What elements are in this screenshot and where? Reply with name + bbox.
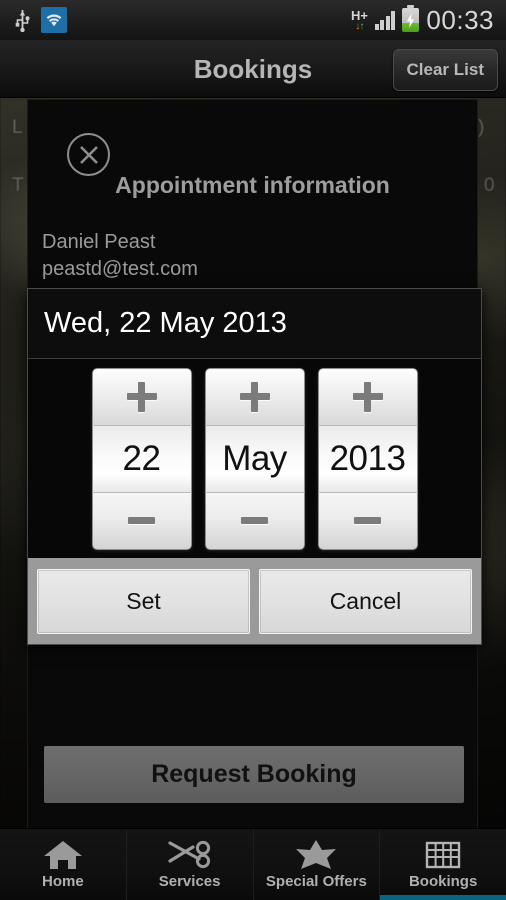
background-ghost-text: L	[12, 117, 23, 138]
signal-bars-icon	[374, 10, 396, 30]
background-ghost-text: 0	[484, 175, 495, 196]
plus-icon	[126, 381, 157, 412]
plus-icon	[352, 381, 383, 412]
tab-home-label: Home	[42, 873, 84, 890]
network-traffic-arrows: ↓↑	[355, 21, 364, 32]
star-icon	[295, 839, 337, 869]
date-picker-header: Wed, 22 May 2013	[28, 289, 481, 359]
clear-list-button[interactable]: Clear List	[392, 49, 498, 91]
network-up-arrow: ↑	[359, 21, 364, 32]
day-number-picker: 22	[91, 367, 192, 550]
month-number-picker: May	[204, 367, 305, 550]
tab-special-offers-label: Special Offers	[265, 873, 367, 890]
tab-bookings[interactable]: Bookings	[380, 829, 506, 900]
status-bar-clock: 00:33	[426, 4, 494, 35]
cancel-button[interactable]: Cancel	[259, 569, 472, 634]
day-increment-button[interactable]	[91, 367, 192, 425]
plus-icon	[239, 381, 270, 412]
year-decrement-button[interactable]	[317, 492, 418, 550]
action-bar: Bookings Clear List	[0, 40, 506, 98]
set-button[interactable]: Set	[37, 569, 250, 634]
usb-icon	[14, 8, 31, 33]
month-decrement-button[interactable]	[204, 492, 305, 550]
calendar-grid-icon	[425, 839, 461, 869]
minus-icon	[241, 517, 268, 524]
day-value[interactable]: 22	[91, 424, 192, 493]
month-increment-button[interactable]	[204, 367, 305, 425]
minus-icon	[354, 517, 381, 524]
customer-email: peastd@test.com	[42, 258, 198, 280]
battery-charging-icon	[402, 5, 420, 32]
background-ghost-text: T	[12, 175, 24, 196]
date-picker-body: 22 May 2013	[28, 359, 481, 558]
tab-home[interactable]: Home	[0, 829, 127, 900]
year-increment-button[interactable]	[317, 367, 418, 425]
tab-services[interactable]: Services	[127, 829, 254, 900]
request-booking-button[interactable]: Request Booking	[44, 746, 464, 803]
close-icon[interactable]	[67, 133, 110, 176]
tab-special-offers[interactable]: Special Offers	[254, 829, 381, 900]
year-number-picker: 2013	[317, 367, 418, 550]
tab-services-label: Services	[158, 873, 221, 890]
dialog-title: Appointment information	[115, 172, 390, 198]
customer-name: Daniel Peast	[42, 231, 156, 253]
wifi-icon	[41, 7, 67, 33]
home-icon	[42, 839, 84, 869]
network-type-icon: H+ ↓↑	[351, 9, 368, 32]
minus-icon	[128, 517, 155, 524]
date-picker-dialog: Wed, 22 May 2013 22 May 2013 Set Cancel	[27, 288, 482, 645]
tab-bookings-label: Bookings	[408, 873, 478, 890]
background-ghost-text: )	[478, 117, 485, 138]
month-value[interactable]: May	[204, 424, 305, 493]
date-picker-actions: Set Cancel	[28, 558, 481, 644]
bottom-tab-bar: Home Services Special Offers Bookings	[0, 828, 506, 900]
year-value[interactable]: 2013	[317, 424, 418, 493]
scissors-icon	[167, 839, 213, 869]
day-decrement-button[interactable]	[91, 492, 192, 550]
status-bar: H+ ↓↑ 00:33	[0, 0, 506, 40]
